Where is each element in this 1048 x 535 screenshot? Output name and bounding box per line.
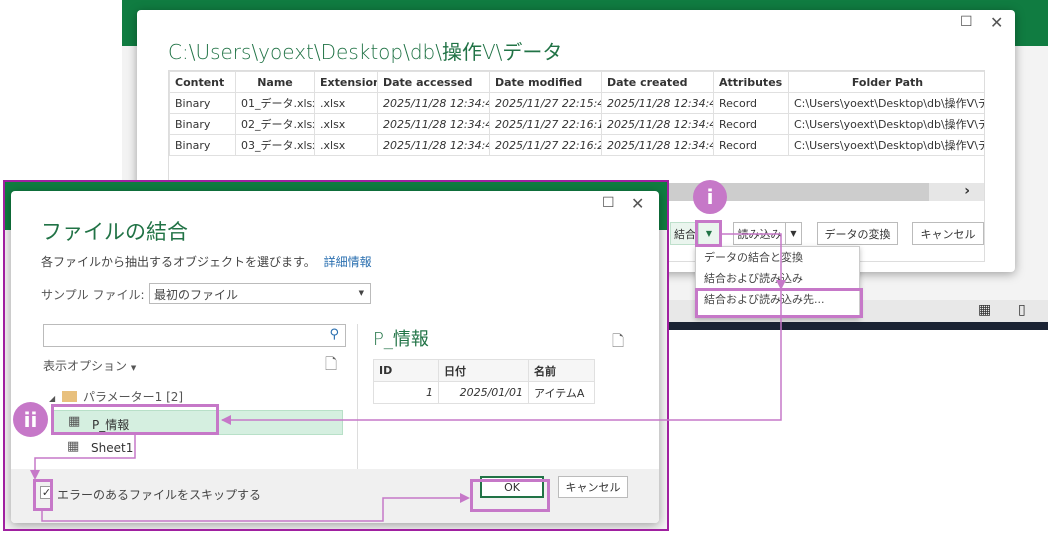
arrow-head	[776, 280, 786, 290]
arrow-line	[41, 497, 468, 522]
arrow-head	[30, 470, 40, 480]
arrow-head	[460, 493, 470, 503]
annotation-arrows	[30, 233, 786, 522]
arrow-head	[221, 415, 231, 425]
arrow-line	[222, 233, 782, 421]
arrow-line	[34, 435, 136, 478]
